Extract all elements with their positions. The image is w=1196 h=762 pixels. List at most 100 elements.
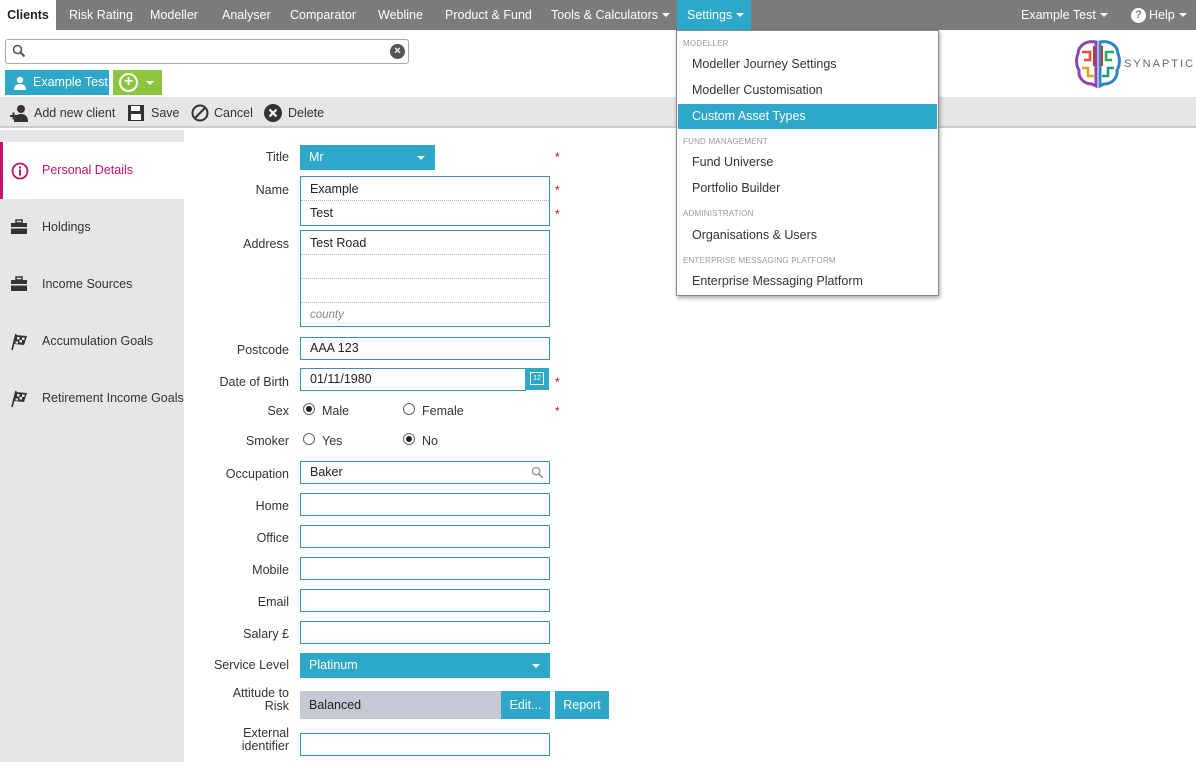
sidebar-item-label: Income Sources xyxy=(42,277,133,291)
sidebar-item-label: Holdings xyxy=(42,220,91,234)
required-marker: * xyxy=(555,207,560,221)
sidebar-item-label: Retirement Income Goals xyxy=(42,391,184,405)
home-label: Home xyxy=(255,499,289,513)
title-select[interactable]: Mr xyxy=(300,145,435,170)
tab-modeller[interactable]: Modeller xyxy=(150,0,198,30)
tab-clients[interactable]: Clients xyxy=(0,0,56,30)
checkered-flag-icon xyxy=(11,390,27,408)
tab-tools-label: Tools & Calculators xyxy=(551,8,658,22)
salary-field[interactable] xyxy=(300,621,550,644)
client-chip[interactable]: Example Test xyxy=(5,70,109,95)
tab-comparator[interactable]: Comparator xyxy=(290,0,356,30)
email-field[interactable] xyxy=(300,589,550,612)
logo-text: SYNAPTIC xyxy=(1124,58,1196,70)
service-level-select[interactable]: Platinum xyxy=(300,653,550,678)
attitude-to-risk-label: Attitude to Risk xyxy=(233,687,289,713)
address-line-2-field[interactable] xyxy=(301,255,549,279)
smoker-yes-label: Yes xyxy=(322,434,343,448)
cancel-button[interactable]: Cancel xyxy=(191,104,253,122)
service-level-value: Platinum xyxy=(309,658,358,672)
sex-male-label: Male xyxy=(322,404,350,418)
occupation-value: Baker xyxy=(310,465,343,479)
menu-item-enterprise-messaging-platform[interactable]: Enterprise Messaging Platform xyxy=(678,269,937,294)
sex-female-radio[interactable] xyxy=(403,403,415,415)
menu-item-modeller-customisation[interactable]: Modeller Customisation xyxy=(678,78,937,103)
tab-tools-calculators[interactable]: Tools & Calculators xyxy=(551,0,670,30)
office-field[interactable] xyxy=(300,525,550,548)
last-name-field[interactable]: Test xyxy=(301,201,549,225)
postcode-label: Postcode xyxy=(236,343,289,357)
sidebar-item-holdings[interactable]: Holdings xyxy=(0,199,184,256)
required-marker: * xyxy=(555,375,560,389)
report-button[interactable]: Report xyxy=(555,691,609,719)
chevron-down-icon xyxy=(146,81,154,85)
sidebar-item-label: Accumulation Goals xyxy=(42,334,154,348)
save-button[interactable]: Save xyxy=(127,104,180,122)
delete-button[interactable]: Delete xyxy=(264,104,324,122)
user-menu[interactable]: Example Test xyxy=(1021,0,1108,30)
attitude-to-risk-value: Balanced xyxy=(300,691,501,719)
sex-male-radio[interactable] xyxy=(303,403,315,415)
smoker-yes-radio[interactable] xyxy=(303,433,315,445)
add-client-button[interactable]: + xyxy=(113,70,162,95)
sidebar-item-accumulation-goals[interactable]: Accumulation Goals xyxy=(0,313,184,370)
address-line-3-field[interactable] xyxy=(301,279,549,303)
title-value: Mr xyxy=(309,150,324,164)
tab-risk-rating[interactable]: Risk Rating xyxy=(69,0,133,30)
external-identifier-field[interactable] xyxy=(300,733,550,756)
chevron-down-icon xyxy=(532,664,540,668)
chevron-down-icon xyxy=(1178,12,1187,17)
add-new-client-button[interactable]: Add new client xyxy=(10,104,115,122)
chevron-down-icon xyxy=(1099,12,1108,17)
smoker-no-label: No xyxy=(422,434,438,448)
address-fields: Test Road county xyxy=(300,230,550,327)
checkered-flag-icon xyxy=(11,333,27,351)
required-marker: * xyxy=(555,150,560,164)
sidebar: Personal Details Holdings Income Sources… xyxy=(0,130,184,762)
first-name-field[interactable]: Example xyxy=(301,177,549,201)
menu-section-fund-management: FUND MANAGEMENT xyxy=(683,137,768,146)
clear-search-icon[interactable]: × xyxy=(390,44,405,59)
cancel-icon xyxy=(191,104,209,122)
home-field[interactable] xyxy=(300,493,550,516)
menu-item-modeller-journey-settings[interactable]: Modeller Journey Settings xyxy=(678,52,937,77)
title-label: Title xyxy=(265,150,289,164)
tab-webline[interactable]: Webline xyxy=(378,0,423,30)
briefcase-icon xyxy=(11,276,27,291)
name-fields: Example Test xyxy=(300,176,550,226)
calendar-button[interactable]: 12 xyxy=(525,368,549,390)
county-field[interactable]: county xyxy=(301,303,549,327)
smoker-no-radio[interactable] xyxy=(403,433,415,445)
menu-item-portfolio-builder[interactable]: Portfolio Builder xyxy=(678,176,937,201)
help-icon: ? xyxy=(1131,8,1146,24)
menu-item-custom-asset-types[interactable]: Custom Asset Types xyxy=(678,104,937,129)
delete-label: Delete xyxy=(288,106,325,120)
help-menu[interactable]: ? Help xyxy=(1131,0,1187,30)
tab-analyser[interactable]: Analyser xyxy=(222,0,271,30)
menu-item-organisations-users[interactable]: Organisations & Users xyxy=(678,223,937,248)
chevron-down-icon xyxy=(417,156,425,160)
sidebar-item-income-sources[interactable]: Income Sources xyxy=(0,256,184,313)
occupation-field[interactable]: Baker xyxy=(300,461,550,484)
save-label: Save xyxy=(151,106,180,120)
edit-atr-button[interactable]: Edit... xyxy=(501,691,550,719)
menu-section-modeller: MODELLER xyxy=(683,39,729,48)
tab-settings[interactable]: Settings xyxy=(677,0,751,30)
sidebar-item-personal-details[interactable]: Personal Details xyxy=(0,142,184,199)
menu-item-fund-universe[interactable]: Fund Universe xyxy=(678,150,937,175)
tab-product-fund[interactable]: Product & Fund xyxy=(445,0,532,30)
dob-field[interactable]: 01/11/1980 xyxy=(300,368,526,391)
sidebar-item-retirement-income-goals[interactable]: Retirement Income Goals xyxy=(0,370,184,427)
search-input[interactable]: × xyxy=(5,39,409,64)
postcode-field[interactable]: AAA 123 xyxy=(300,337,550,360)
service-level-label: Service Level xyxy=(213,658,289,672)
required-marker: * xyxy=(555,404,560,418)
external-identifier-label: External identifier xyxy=(242,727,289,753)
menu-section-administration: ADMINISTRATION xyxy=(683,209,754,218)
mobile-field[interactable] xyxy=(300,557,550,580)
smoker-label: Smoker xyxy=(245,434,289,448)
required-marker: * xyxy=(555,183,560,197)
address-line-1-field[interactable]: Test Road xyxy=(301,231,549,255)
email-label: Email xyxy=(257,595,289,609)
tab-settings-label: Settings xyxy=(687,8,733,22)
